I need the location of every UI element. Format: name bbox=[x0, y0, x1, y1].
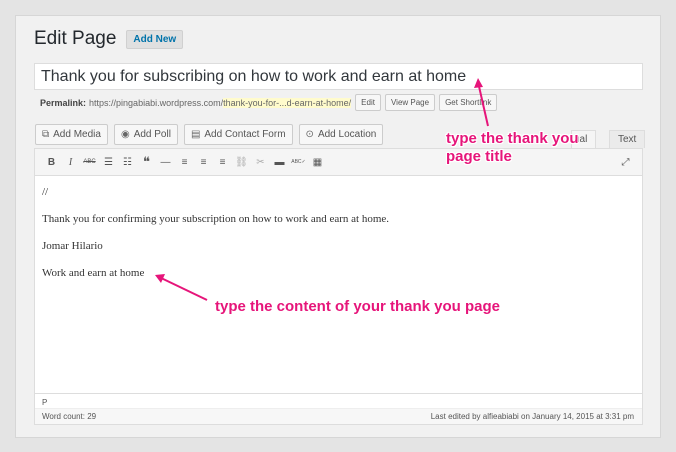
content-line: // bbox=[42, 186, 49, 198]
edit-permalink-button[interactable]: Edit bbox=[355, 94, 381, 111]
media-icon: ⧉ bbox=[42, 129, 50, 140]
edit-page-panel: Edit Page Add New Thank you for subscrib… bbox=[15, 15, 661, 438]
strikethrough-icon[interactable]: ABC bbox=[81, 154, 98, 171]
title-annotation-line1: type the thank you bbox=[446, 130, 579, 147]
content-line: Thank you for confirming your subscripti… bbox=[42, 213, 390, 225]
title-arrow bbox=[474, 78, 489, 127]
permalink-label: Permalink: bbox=[40, 97, 87, 108]
content-arrow bbox=[155, 274, 208, 301]
add-contact-form-button[interactable]: ▤ Add Contact Form bbox=[183, 124, 293, 145]
italic-icon[interactable]: I bbox=[62, 154, 79, 171]
toolbar-toggle-icon[interactable]: ▦ bbox=[309, 154, 326, 171]
permalink-row: Permalink: https://pingabiabi.wordpress.… bbox=[40, 94, 498, 111]
read-more-icon[interactable]: ▬ bbox=[271, 154, 288, 171]
unlink-icon[interactable]: ✂ bbox=[252, 154, 269, 171]
page-title: Edit Page bbox=[34, 28, 117, 49]
form-icon: ▤ bbox=[190, 129, 201, 140]
media-buttons: ⧉ Add Media ◉ Add Poll ▤ Add Contact For… bbox=[35, 124, 384, 145]
word-count: Word count: 29 bbox=[42, 412, 97, 421]
permalink-slug[interactable]: thank-you-for-...d-earn-at-home/ bbox=[223, 97, 352, 108]
link-icon[interactable]: ⛓ bbox=[233, 154, 250, 171]
content-line: Jomar Hilario bbox=[42, 240, 103, 252]
view-page-button[interactable]: View Page bbox=[384, 94, 436, 111]
add-contact-form-label: Add Contact Form bbox=[204, 129, 286, 140]
bold-icon[interactable]: B bbox=[43, 154, 60, 171]
add-location-label: Add Location bbox=[317, 129, 377, 140]
editor-footer: P Word count: 29 Last edited by alfieabi… bbox=[35, 393, 642, 424]
content-editor: B I ABC ☰ ☷ ❝ — ≡ ≡ ≡ ⛓ ✂ ▬ ABC✓ ▦ ⤢ // … bbox=[34, 148, 643, 425]
poll-icon: ◉ bbox=[120, 129, 130, 140]
add-media-label: Add Media bbox=[53, 129, 101, 140]
post-status-info: Word count: 29 Last edited by alfieabiab… bbox=[35, 408, 642, 424]
add-poll-button[interactable]: ◉ Add Poll bbox=[113, 124, 178, 145]
location-icon: ⊙ bbox=[305, 129, 314, 140]
align-right-icon[interactable]: ≡ bbox=[214, 154, 231, 171]
numbered-list-icon[interactable]: ☷ bbox=[119, 154, 136, 171]
title-annotation-line2: page title bbox=[446, 148, 512, 165]
element-path[interactable]: P bbox=[42, 398, 47, 407]
tab-text[interactable]: Text bbox=[609, 130, 646, 148]
last-edited: Last edited by alfieabiabi on January 14… bbox=[430, 412, 634, 421]
add-poll-label: Add Poll bbox=[133, 129, 171, 140]
post-title-input[interactable]: Thank you for subscribing on how to work… bbox=[34, 63, 643, 90]
editor-content[interactable]: // Thank you for confirming your subscri… bbox=[42, 186, 634, 294]
content-annotation: type the content of your thank you page bbox=[215, 298, 501, 315]
add-location-button[interactable]: ⊙ Add Location bbox=[298, 124, 384, 145]
spellcheck-icon[interactable]: ABC✓ bbox=[290, 154, 307, 171]
add-media-button[interactable]: ⧉ Add Media bbox=[35, 124, 108, 145]
horizontal-line-icon[interactable]: — bbox=[157, 154, 174, 171]
content-line: Work and earn at home bbox=[42, 267, 145, 279]
header: Edit Page Add New bbox=[34, 28, 184, 50]
bullet-list-icon[interactable]: ☰ bbox=[100, 154, 117, 171]
fullscreen-icon[interactable]: ⤢ bbox=[617, 154, 634, 171]
permalink-base: https://pingabiabi.wordpress.com/ bbox=[89, 97, 224, 108]
blockquote-icon[interactable]: ❝ bbox=[138, 154, 155, 171]
align-center-icon[interactable]: ≡ bbox=[195, 154, 212, 171]
add-new-button[interactable]: Add New bbox=[126, 29, 184, 49]
editor-toolbar: B I ABC ☰ ☷ ❝ — ≡ ≡ ≡ ⛓ ✂ ▬ ABC✓ ▦ ⤢ bbox=[35, 149, 642, 176]
align-left-icon[interactable]: ≡ bbox=[176, 154, 193, 171]
